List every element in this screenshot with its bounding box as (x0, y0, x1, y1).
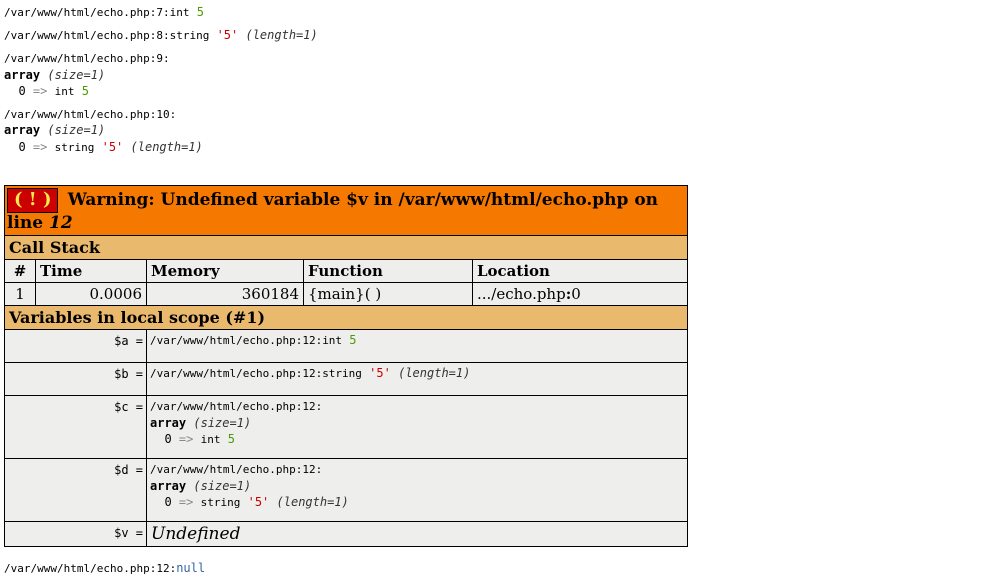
vardump-line: /var/www/html/echo.php:9: array (size=1)… (4, 50, 983, 100)
callstack-row: 1 0.0006 360184 {main}( ) .../echo.php:0 (5, 283, 688, 306)
vardump-line: /var/www/html/echo.php:10: array (size=1… (4, 106, 983, 156)
error-header-row: ( ! ) Warning: Undefined variable $v in … (5, 186, 688, 236)
error-message: Warning: Undefined variable $v in /var/w… (7, 190, 658, 233)
localvars-title: Variables in local scope (#1) (5, 306, 688, 330)
var-row-v: $v = Undefined (5, 521, 688, 546)
var-row-c: $c = /var/www/html/echo.php:12: array (s… (5, 396, 688, 459)
callstack-location: .../echo.php:0 (473, 283, 688, 306)
var-row-b: $b = /var/www/html/echo.php:12:string '5… (5, 363, 688, 396)
vardump-line: /var/www/html/echo.php:7:int 5 (4, 4, 983, 21)
warning-icon: ( ! ) (7, 188, 58, 213)
var-row-d: $d = /var/www/html/echo.php:12: array (s… (5, 458, 688, 521)
var-row-a: $a = /var/www/html/echo.php:12:int 5 (5, 330, 688, 363)
callstack-title: Call Stack (5, 236, 688, 260)
xdebug-error-table: ( ! ) Warning: Undefined variable $v in … (4, 185, 688, 546)
callstack-header-row: # Time Memory Function Location (5, 260, 688, 283)
vardump-line: /var/www/html/echo.php:8:string '5' (len… (4, 27, 983, 44)
trailing-dump: /var/www/html/echo.php:12:null (4, 561, 983, 575)
